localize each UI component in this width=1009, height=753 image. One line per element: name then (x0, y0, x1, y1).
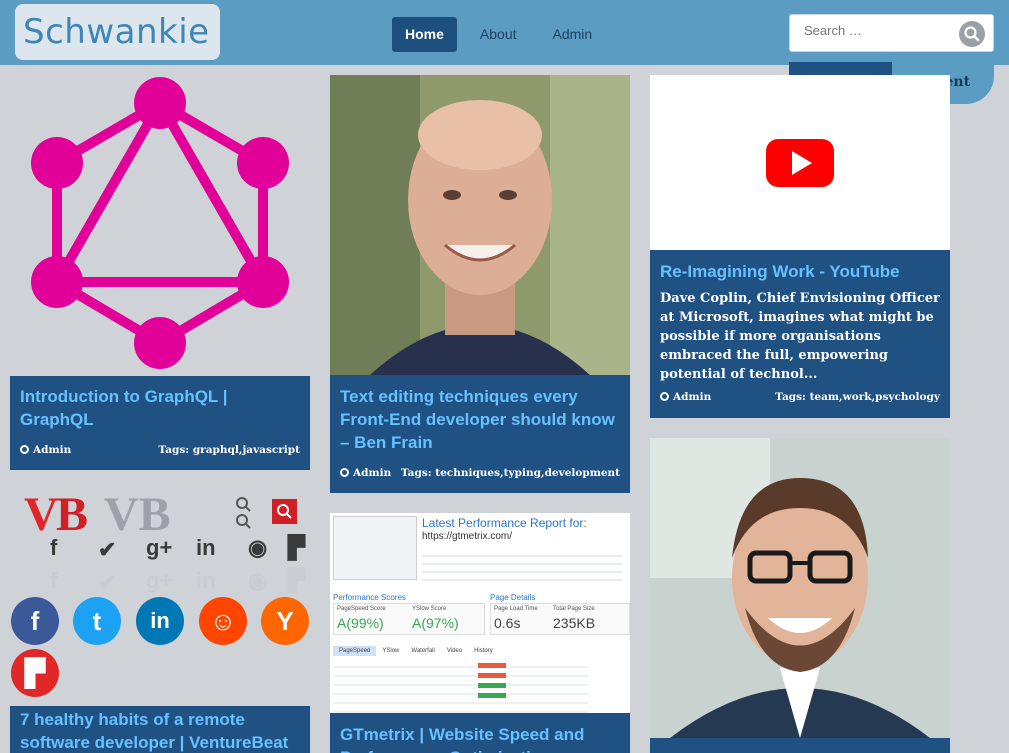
search-icon (964, 26, 980, 42)
gt-size-value: 235KB (553, 615, 596, 631)
google-plus-icon: g+ (146, 535, 173, 560)
graphql-logo-image[interactable] (10, 75, 310, 376)
author-name: Admin (673, 391, 712, 403)
person-photo-icon (650, 438, 950, 738)
gt-tab[interactable]: YSlow (376, 646, 405, 656)
user-icon (20, 445, 29, 454)
nav-about[interactable]: About (467, 17, 530, 52)
nav-home[interactable]: Home (392, 17, 457, 52)
tags-label: Tags: (158, 444, 190, 456)
tags-links[interactable]: team,work,psychology (810, 391, 940, 403)
gt-recommendations (333, 659, 588, 713)
site-logo[interactable]: Schwankie (15, 4, 220, 60)
card-meta: Admin Tags: techniques,typing,developmen… (340, 467, 620, 483)
gt-heading: Latest Performance Report for: (422, 516, 587, 530)
tags-label: Tags: (400, 467, 432, 479)
venturebeat-image[interactable]: V B VB f ✔ g+ in ◉ ▛ f ✔ g+ in ◉ ▛ f t i… (10, 490, 310, 697)
gt-scores-box: PageSpeed Score YSlow Score A(99%) A(97%… (333, 603, 485, 635)
youtube-thumbnail[interactable] (650, 75, 950, 250)
gt-details-label: Page Details (490, 593, 536, 602)
linkedin-icon: in (196, 535, 216, 560)
gt-url: https://gtmetrix.com/ (422, 531, 513, 542)
gt-yslow-score: A(97%) (412, 615, 459, 631)
gt-report-info (422, 549, 622, 583)
card-remote-worker[interactable] (650, 738, 950, 753)
reddit-icon: ☺ (199, 597, 247, 645)
svg-text:B: B (56, 490, 88, 540)
remote-worker-photo[interactable] (650, 438, 950, 738)
gt-tab[interactable]: History (468, 646, 499, 656)
linkedin-icon: in (196, 568, 216, 593)
card-venturebeat[interactable]: 7 healthy habits of a remote software de… (10, 706, 310, 753)
gtmetrix-thumbnail (333, 516, 417, 580)
card-graphql[interactable]: Introduction to GraphQL | GraphQL Admin … (10, 376, 310, 470)
user-icon (660, 392, 669, 401)
card-title[interactable]: Introduction to GraphQL | GraphQL (20, 385, 290, 431)
svg-text:V: V (24, 490, 59, 540)
tags-links[interactable]: graphql,javascript (193, 444, 300, 456)
gtmetrix-screenshot[interactable]: Latest Performance Report for: https://g… (330, 513, 630, 713)
gt-tab[interactable]: Video (441, 646, 468, 656)
card-tags: Tags: team,work,psychology (775, 391, 940, 403)
card-title[interactable]: Text editing techniques every Front-End … (340, 385, 625, 454)
card-tags: Tags: techniques,typing,development (401, 467, 620, 479)
main-nav: Home About Admin (392, 17, 615, 52)
gt-yslow-label: YSlow Score (412, 606, 447, 612)
gt-size-label: Total Page Size (553, 606, 595, 612)
ben-frain-photo[interactable] (330, 75, 630, 375)
search-input[interactable] (804, 23, 954, 38)
card-youtube[interactable]: Re-Imagining Work - YouTube Dave Coplin,… (650, 250, 950, 418)
card-excerpt: Dave Coplin, Chief Envisioning Officer a… (660, 291, 940, 382)
flipboard-icon: ▛ (288, 568, 305, 593)
tags-links[interactable]: techniques,typing,development (435, 467, 620, 479)
twitter-icon: ✔ (98, 537, 117, 562)
gt-pagespeed-score: A(99%) (337, 615, 384, 631)
gt-tab[interactable]: PageSpeed (333, 646, 377, 656)
rss-icon: ◉ (248, 535, 268, 560)
gt-details-box: Page Load Time Total Page Size 0.6s 235K… (490, 603, 630, 635)
card-author[interactable]: Admin (340, 467, 391, 479)
card-title[interactable]: 7 healthy habits of a remote software de… (20, 708, 305, 753)
card-title[interactable]: GTmetrix | Website Speed and Performance… (340, 723, 625, 753)
nav-admin[interactable]: Admin (540, 17, 606, 52)
gt-load-label: Page Load Time (494, 606, 538, 612)
linkedin-icon: in (136, 597, 184, 645)
venturebeat-logo-icon: V B VB (24, 490, 297, 540)
card-tags: Tags: graphql,javascript (158, 444, 300, 456)
gt-tab[interactable]: Waterfall (405, 646, 440, 656)
card-title[interactable]: Re-Imagining Work - YouTube (660, 260, 945, 283)
twitter-icon: ✔ (98, 570, 117, 595)
card-ben-frain[interactable]: Text editing techniques every Front-End … (330, 375, 630, 493)
graphql-logo-icon (31, 77, 289, 369)
flipboard-icon: ▛ (11, 649, 59, 697)
svg-text:VB: VB (104, 490, 171, 540)
author-name: Admin (33, 444, 72, 456)
gt-perf-label: Performance Scores (333, 593, 406, 602)
gt-load-value: 0.6s (494, 615, 521, 631)
card-meta: Admin Tags: team,work,psychology (660, 391, 940, 407)
gt-pagespeed-label: PageSpeed Score (337, 606, 386, 612)
hacker-news-icon: Y (261, 597, 309, 645)
google-plus-icon: g+ (146, 568, 173, 593)
person-photo-icon (330, 75, 630, 375)
search-box (789, 14, 994, 52)
user-icon (340, 468, 349, 477)
facebook-icon: f (50, 535, 58, 560)
youtube-play-icon (766, 139, 834, 187)
author-name: Admin (353, 467, 392, 479)
tags-label: Tags: (775, 391, 806, 403)
card-author[interactable]: Admin (660, 391, 711, 403)
card-gtmetrix[interactable]: GTmetrix | Website Speed and Performance… (330, 713, 630, 753)
rss-icon: ◉ (248, 568, 268, 593)
top-nav-bar: Schwankie Home About Admin (0, 0, 1009, 65)
facebook-icon: f (50, 568, 58, 593)
twitter-icon: t (73, 597, 121, 645)
card-meta: Admin Tags: graphql,javascript (20, 444, 300, 460)
flipboard-icon: ▛ (288, 535, 305, 560)
search-button[interactable] (959, 21, 985, 47)
card-author[interactable]: Admin (20, 444, 71, 456)
gt-tabs: PageSpeed YSlow Waterfall Video History (333, 646, 499, 656)
facebook-icon: f (11, 597, 59, 645)
logo-text: Schwankie (23, 12, 210, 52)
